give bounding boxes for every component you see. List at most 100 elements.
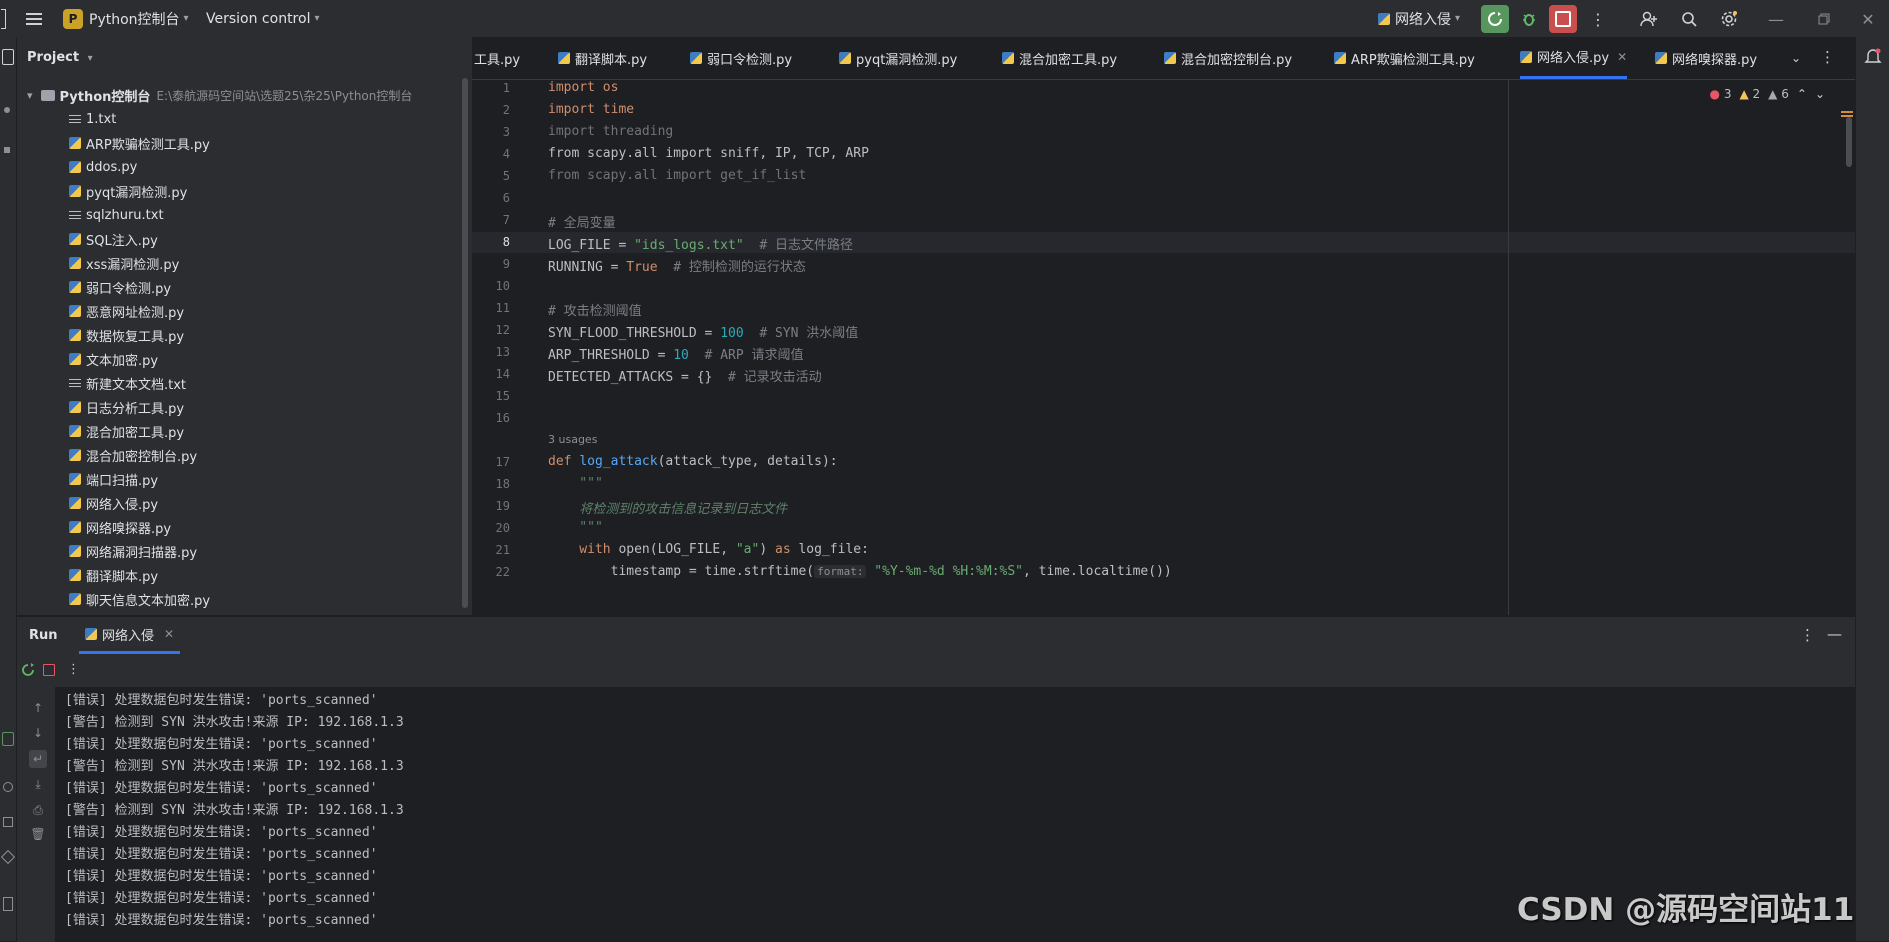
file-tree-item[interactable]: 数据恢复工具.py — [69, 325, 184, 345]
problems-tool-icon[interactable] — [0, 849, 16, 865]
rerun-button[interactable] — [1481, 5, 1509, 33]
code-line-7[interactable]: # 全局变量 — [548, 212, 616, 231]
code-line-20[interactable]: """ — [548, 520, 603, 535]
code-line-22[interactable]: timestamp = time.strftime(format: "%Y-%m… — [548, 564, 1172, 579]
services-tool-icon[interactable] — [3, 782, 13, 792]
editor-tab[interactable]: ARP欺骗检测工具.py — [1334, 37, 1475, 79]
code-line-12[interactable]: SYN_FLOOD_THRESHOLD = 100 # SYN 洪水阈值 — [548, 322, 858, 341]
run-tab-active[interactable]: 网络入侵 ✕ — [79, 617, 181, 654]
print-icon[interactable]: ⎙ — [29, 801, 47, 819]
code-line-2[interactable]: import time — [548, 102, 634, 117]
editor-tab[interactable]: 网络嗅探器.py — [1655, 37, 1757, 79]
project-tool-icon[interactable] — [2, 49, 14, 65]
inspection-widget[interactable]: ● 3 ▲ 2 ▲ 6 ⌃ ⌄ — [1710, 87, 1825, 101]
run-toolbar-more-icon[interactable]: ⋮ — [67, 662, 80, 677]
file-tree-item[interactable]: 文本加密.py — [69, 349, 158, 369]
file-tree-item[interactable]: SQL注入.py — [69, 229, 158, 249]
commit-tool-icon[interactable] — [4, 107, 10, 113]
code-line-1[interactable]: import os — [548, 80, 618, 95]
file-tree-item[interactable]: 日志分析工具.py — [69, 397, 184, 417]
file-tree-item[interactable]: 网络入侵.py — [69, 493, 158, 513]
tab-list-chevron-icon[interactable]: ⌄ — [1791, 51, 1801, 65]
file-name: SQL注入.py — [86, 233, 158, 249]
more-actions-icon[interactable]: ⋮ — [1586, 7, 1610, 31]
minimize-icon[interactable]: — — [1764, 7, 1788, 31]
file-tree-item[interactable]: 翻译脚本.py — [69, 565, 158, 585]
file-tree-item[interactable]: 混合加密工具.py — [69, 421, 184, 441]
project-scrollbar[interactable] — [462, 78, 468, 608]
editor-tab[interactable]: 工具.py — [474, 37, 520, 79]
file-tree-item[interactable]: sqlzhuru.txt — [69, 205, 164, 225]
code-line-3[interactable]: import threading — [548, 124, 673, 139]
close-tab-icon[interactable]: ✕ — [1617, 50, 1627, 64]
hide-panel-icon[interactable]: — — [1827, 625, 1842, 643]
editor-tab-label: 混合加密工具.py — [1019, 52, 1118, 68]
file-tree-item[interactable]: pyqt漏洞检测.py — [69, 181, 187, 201]
editor-tab[interactable]: pyqt漏洞检测.py — [839, 37, 957, 79]
file-tree-item[interactable]: 聊天信息文本加密.py — [69, 589, 210, 609]
stop-icon[interactable] — [43, 664, 55, 676]
run-more-icon[interactable]: ⋮ — [1800, 626, 1815, 644]
restore-icon[interactable] — [1812, 7, 1836, 31]
settings-gear-icon[interactable] — [1717, 7, 1741, 31]
file-tree-item[interactable]: 混合加密控制台.py — [69, 445, 197, 465]
project-root-node[interactable]: ▾ Python控制台 E:\泰航源码空间站\选题25\杂25\Python控制… — [27, 85, 412, 105]
git-tool-icon[interactable] — [3, 897, 13, 911]
add-user-icon[interactable] — [1637, 7, 1661, 31]
search-icon[interactable] — [1677, 7, 1701, 31]
code-line-19[interactable]: 将检测到的攻击信息记录到日志文件 — [548, 498, 787, 517]
previous-highlight-icon[interactable]: ⌃ — [1797, 87, 1807, 101]
soft-wrap-icon[interactable]: ↵ — [29, 750, 47, 768]
code-line-8[interactable]: LOG_FILE = "ids_logs.txt" # 日志文件路径 — [548, 234, 853, 253]
file-tree-item[interactable]: 弱口令检测.py — [69, 277, 171, 297]
version-control-menu[interactable]: Version control ▾ — [206, 0, 320, 37]
code-line-14[interactable]: DETECTED_ATTACKS = {} # 记录攻击活动 — [548, 366, 822, 385]
file-tree-item[interactable]: 1.txt — [69, 109, 116, 129]
file-tree-item[interactable]: 新建文本文档.txt — [69, 373, 186, 393]
main-menu-icon[interactable] — [22, 7, 46, 31]
usages-hint[interactable]: 3 usages — [548, 433, 597, 446]
structure-tool-icon[interactable] — [4, 147, 10, 153]
file-tree-item[interactable]: xss漏洞检测.py — [69, 253, 179, 273]
scroll-up-icon[interactable]: ↑ — [29, 699, 47, 717]
code-line-17[interactable]: def log_attack(attack_type, details): — [548, 454, 838, 469]
editor-scrollbar[interactable] — [1846, 117, 1852, 167]
debug-icon[interactable] — [1517, 7, 1541, 31]
editor-tab[interactable]: 弱口令检测.py — [690, 37, 792, 79]
stop-button[interactable] — [1549, 5, 1577, 33]
python-file-icon — [69, 473, 81, 485]
editor-tab[interactable]: 翻译脚本.py — [558, 37, 647, 79]
chevron-down-icon: ▾ — [183, 13, 189, 24]
file-tree-item[interactable]: 恶意网址检测.py — [69, 301, 184, 321]
project-panel-header[interactable]: Project ▾ — [27, 50, 93, 65]
code-line-13[interactable]: ARP_THRESHOLD = 10 # ARP 请求阈值 — [548, 344, 804, 363]
scroll-down-icon[interactable]: ↓ — [29, 724, 47, 742]
code-line-5[interactable]: from scapy.all import get_if_list — [548, 168, 806, 183]
error-count: ● 3 — [1709, 87, 1732, 101]
code-line-21[interactable]: with open(LOG_FILE, "a") as log_file: — [548, 542, 869, 557]
project-selector[interactable]: P Python控制台 ▾ — [63, 0, 189, 37]
file-tree-item[interactable]: 网络嗅探器.py — [69, 517, 171, 537]
next-highlight-icon[interactable]: ⌄ — [1815, 87, 1825, 101]
run-tool-icon[interactable] — [2, 732, 14, 746]
code-line-18[interactable]: """ — [548, 476, 603, 491]
file-tree-item[interactable]: 网络漏洞扫描器.py — [69, 541, 197, 561]
editor-tab[interactable]: 网络入侵.py ✕ — [1520, 37, 1628, 79]
rerun-icon[interactable] — [21, 663, 35, 681]
file-tree-item[interactable]: ddos.py — [69, 157, 137, 177]
editor-tab[interactable]: 混合加密工具.py — [1002, 37, 1117, 79]
editor-tab[interactable]: 混合加密控制台.py — [1164, 37, 1292, 79]
run-config-selector[interactable]: 网络入侵 ▾ — [1378, 0, 1460, 37]
terminal-tool-icon[interactable] — [3, 817, 13, 827]
clear-trash-icon[interactable]: 🗑 — [29, 825, 47, 843]
code-line-9[interactable]: RUNNING = True # 控制检测的运行状态 — [548, 256, 806, 275]
close-window-icon[interactable]: ✕ — [1856, 7, 1880, 31]
scroll-to-end-icon[interactable]: ⤓ — [29, 775, 47, 793]
notifications-icon[interactable] — [1864, 47, 1882, 69]
code-line-11[interactable]: # 攻击检测阈值 — [548, 300, 642, 319]
editor-more-icon[interactable]: ⋮ — [1820, 48, 1835, 66]
file-tree-item[interactable]: ARP欺骗检测工具.py — [69, 133, 210, 153]
code-line-4[interactable]: from scapy.all import sniff, IP, TCP, AR… — [548, 146, 869, 161]
file-tree-item[interactable]: 端口扫描.py — [69, 469, 158, 489]
close-tab-icon[interactable]: ✕ — [164, 627, 174, 641]
